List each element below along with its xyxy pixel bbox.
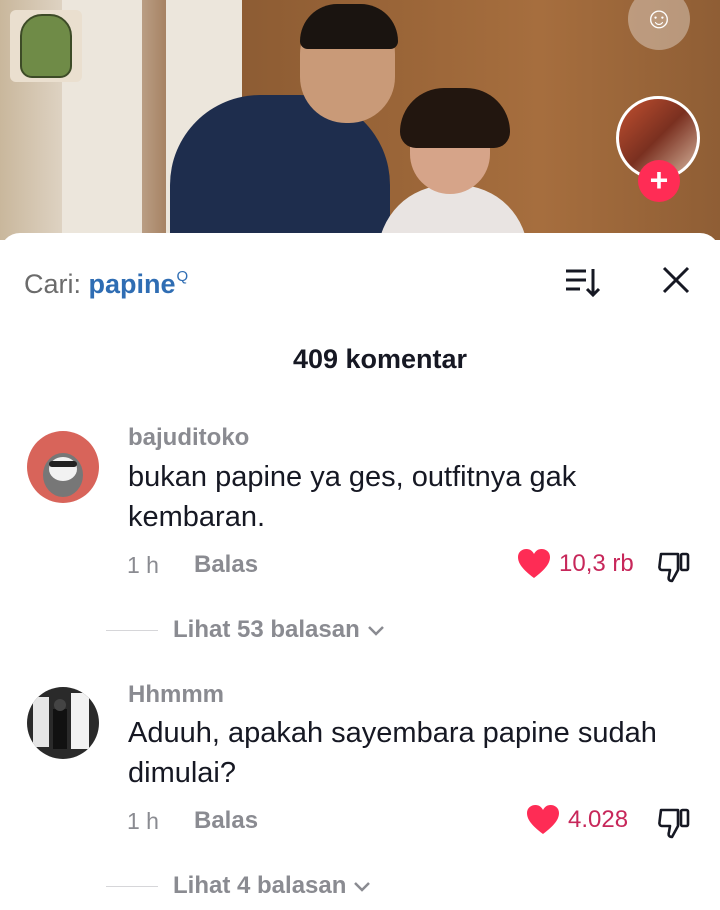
comment-count: 409 komentar — [292, 344, 468, 374]
avatar[interactable] — [27, 431, 99, 503]
reply-button[interactable]: Balas — [194, 551, 258, 579]
like-count: 4.028 — [568, 806, 629, 833]
like-button[interactable]: 4.028 — [526, 804, 628, 836]
view-replies-label: Lihat 4 balasan — [173, 872, 347, 899]
view-replies-label: Lihat 53 balasan — [173, 616, 360, 643]
reply-button[interactable]: Balas — [194, 807, 258, 835]
sticker-image — [10, 10, 82, 82]
like-button[interactable]: 10,3 rb — [517, 548, 634, 580]
dislike-icon[interactable] — [656, 548, 692, 584]
search-icon: Q — [176, 268, 189, 285]
chevron-down-icon — [367, 626, 384, 636]
search-prefix: Cari: — [24, 269, 82, 299]
divider-line — [106, 629, 158, 631]
comment-username[interactable]: Hhmmm — [128, 681, 224, 709]
avatar[interactable] — [27, 687, 99, 759]
sort-icon[interactable] — [564, 266, 602, 298]
comment-username[interactable]: bajuditoko — [128, 424, 249, 452]
sticker-character — [20, 14, 72, 78]
view-replies-button[interactable]: Lihat 53 balasan — [106, 616, 386, 644]
close-icon[interactable] — [660, 264, 692, 296]
heart-icon — [527, 805, 559, 834]
avatar-image — [33, 693, 89, 749]
view-replies-button[interactable]: Lihat 4 balasan — [106, 872, 372, 900]
video-preview[interactable] — [0, 0, 720, 240]
dislike-icon[interactable] — [656, 804, 692, 840]
person-hair — [300, 4, 398, 49]
search-bar[interactable]: Cari: papineQ — [24, 268, 188, 300]
comment-text: bukan papine ya ges, outfitnya gak kemba… — [128, 461, 577, 533]
heart-icon — [518, 549, 550, 578]
comment-time: 1 h — [127, 552, 159, 578]
chevron-down-icon — [354, 882, 371, 892]
search-term[interactable]: papine — [89, 269, 176, 299]
avatar-image — [43, 453, 83, 497]
person-hair — [400, 88, 510, 148]
comment-text: Aduuh, apakah sayembara papine sudah dim… — [128, 717, 657, 789]
like-count: 10,3 rb — [559, 550, 634, 577]
divider-line — [106, 885, 158, 887]
follow-button[interactable]: + — [638, 160, 680, 202]
comment-time: 1 h — [127, 808, 159, 834]
